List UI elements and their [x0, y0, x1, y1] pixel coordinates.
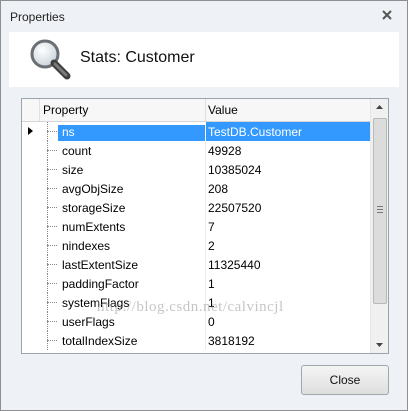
property-name: nindexes [62, 239, 111, 253]
property-value[interactable]: TestDB.Customer [208, 125, 302, 139]
property-name: lastExtentSize [62, 258, 139, 272]
property-value[interactable]: 11325440 [208, 258, 261, 272]
property-name: systemFlags [62, 296, 130, 310]
cell-divider [205, 312, 206, 331]
tree-line [47, 188, 57, 189]
row-selector[interactable] [22, 198, 39, 217]
cell-divider [205, 255, 206, 274]
property-name: storageSize [62, 201, 126, 215]
thumb-grip [377, 206, 383, 207]
thumb-grip [377, 212, 383, 213]
column-header-value[interactable]: Value [208, 103, 238, 117]
cell-divider [205, 217, 206, 236]
property-value[interactable]: 7 [208, 220, 215, 234]
tree-line [47, 283, 57, 284]
row-selector[interactable] [22, 236, 39, 255]
property-value[interactable]: 0 [208, 315, 215, 329]
row-selector[interactable] [22, 331, 39, 350]
page-title: Stats: Customer [80, 49, 195, 66]
property-name: size [62, 163, 84, 177]
cell-divider [205, 293, 206, 312]
row-selector[interactable] [22, 160, 39, 179]
close-button[interactable]: Close [301, 365, 389, 395]
table-row[interactable]: ns TestDB.Customer [22, 122, 372, 141]
table-row[interactable]: userFlags 0 [22, 312, 372, 331]
tree-line [47, 321, 57, 322]
cell-divider [205, 141, 206, 160]
table-row[interactable]: nindexes 2 [22, 236, 372, 255]
property-value[interactable]: 1 [208, 296, 215, 310]
property-name: ns [58, 125, 205, 141]
property-grid[interactable]: Property Value ns TestDB.Customer count … [21, 98, 389, 354]
column-header-property[interactable]: Property [43, 103, 88, 117]
row-selector[interactable] [22, 179, 39, 198]
table-row[interactable]: storageSize 22507520 [22, 198, 372, 217]
property-name: paddingFactor [62, 277, 139, 291]
row-selector[interactable] [22, 255, 39, 274]
tree-line [47, 226, 57, 227]
tree-line [47, 169, 57, 170]
cell-divider [205, 179, 206, 198]
cell-divider [205, 160, 206, 179]
tree-line [47, 340, 57, 341]
header-panel: Stats: Customer [9, 32, 399, 87]
table-row[interactable]: size 10385024 [22, 160, 372, 179]
row-selector[interactable] [22, 141, 39, 160]
table-row[interactable]: avgObjSize 208 [22, 179, 372, 198]
property-name: count [62, 144, 92, 158]
tree-line [47, 150, 57, 151]
table-row[interactable]: systemFlags 1 [22, 293, 372, 312]
property-name: numExtents [62, 220, 126, 234]
row-selector[interactable] [22, 274, 39, 293]
property-value[interactable]: 208 [208, 182, 228, 196]
column-divider[interactable] [205, 99, 206, 121]
close-x-icon[interactable] [379, 7, 395, 23]
tree-line [47, 245, 57, 246]
cell-divider [205, 236, 206, 255]
table-row[interactable]: lastExtentSize 11325440 [22, 255, 372, 274]
current-row-arrow-icon [28, 127, 33, 135]
window-title: Properties [10, 10, 65, 24]
property-name: avgObjSize [62, 182, 124, 196]
table-row[interactable]: totalIndexSize 3818192 [22, 331, 372, 350]
table-row[interactable]: numExtents 7 [22, 217, 372, 236]
thumb-grip [377, 209, 383, 210]
grid-header: Property Value [22, 99, 372, 122]
property-name: totalIndexSize [62, 334, 138, 348]
property-value[interactable]: 22507520 [208, 201, 261, 215]
property-name: userFlags [62, 315, 115, 329]
tree-line [47, 131, 57, 132]
cell-divider [205, 331, 206, 350]
property-value[interactable]: 2 [208, 239, 215, 253]
row-selector[interactable] [22, 293, 39, 312]
cell-divider [205, 274, 206, 293]
property-value[interactable]: 10385024 [208, 163, 261, 177]
title-bar: Properties [1, 1, 407, 31]
row-selector[interactable] [22, 217, 39, 236]
scroll-down-icon[interactable] [371, 336, 388, 353]
property-value[interactable]: 3818192 [208, 334, 255, 348]
scroll-up-icon[interactable] [371, 99, 388, 116]
tree-line [47, 264, 57, 265]
tree-line [47, 302, 57, 303]
property-value[interactable]: 49928 [208, 144, 241, 158]
scrollbar-thumb[interactable] [373, 118, 387, 304]
properties-dialog: Properties Stats: Customer Property Valu… [0, 0, 408, 411]
table-row[interactable]: count 49928 [22, 141, 372, 160]
row-selector[interactable] [22, 122, 39, 141]
grid-rows: ns TestDB.Customer count 49928 size 1038… [22, 122, 372, 350]
table-row[interactable]: paddingFactor 1 [22, 274, 372, 293]
row-selector[interactable] [22, 312, 39, 331]
property-value[interactable]: 1 [208, 277, 215, 291]
vertical-scrollbar[interactable] [370, 99, 388, 353]
tree-line [47, 207, 57, 208]
row-selector-header [22, 99, 40, 121]
cell-divider [205, 198, 206, 217]
magnifier-icon [30, 39, 71, 80]
